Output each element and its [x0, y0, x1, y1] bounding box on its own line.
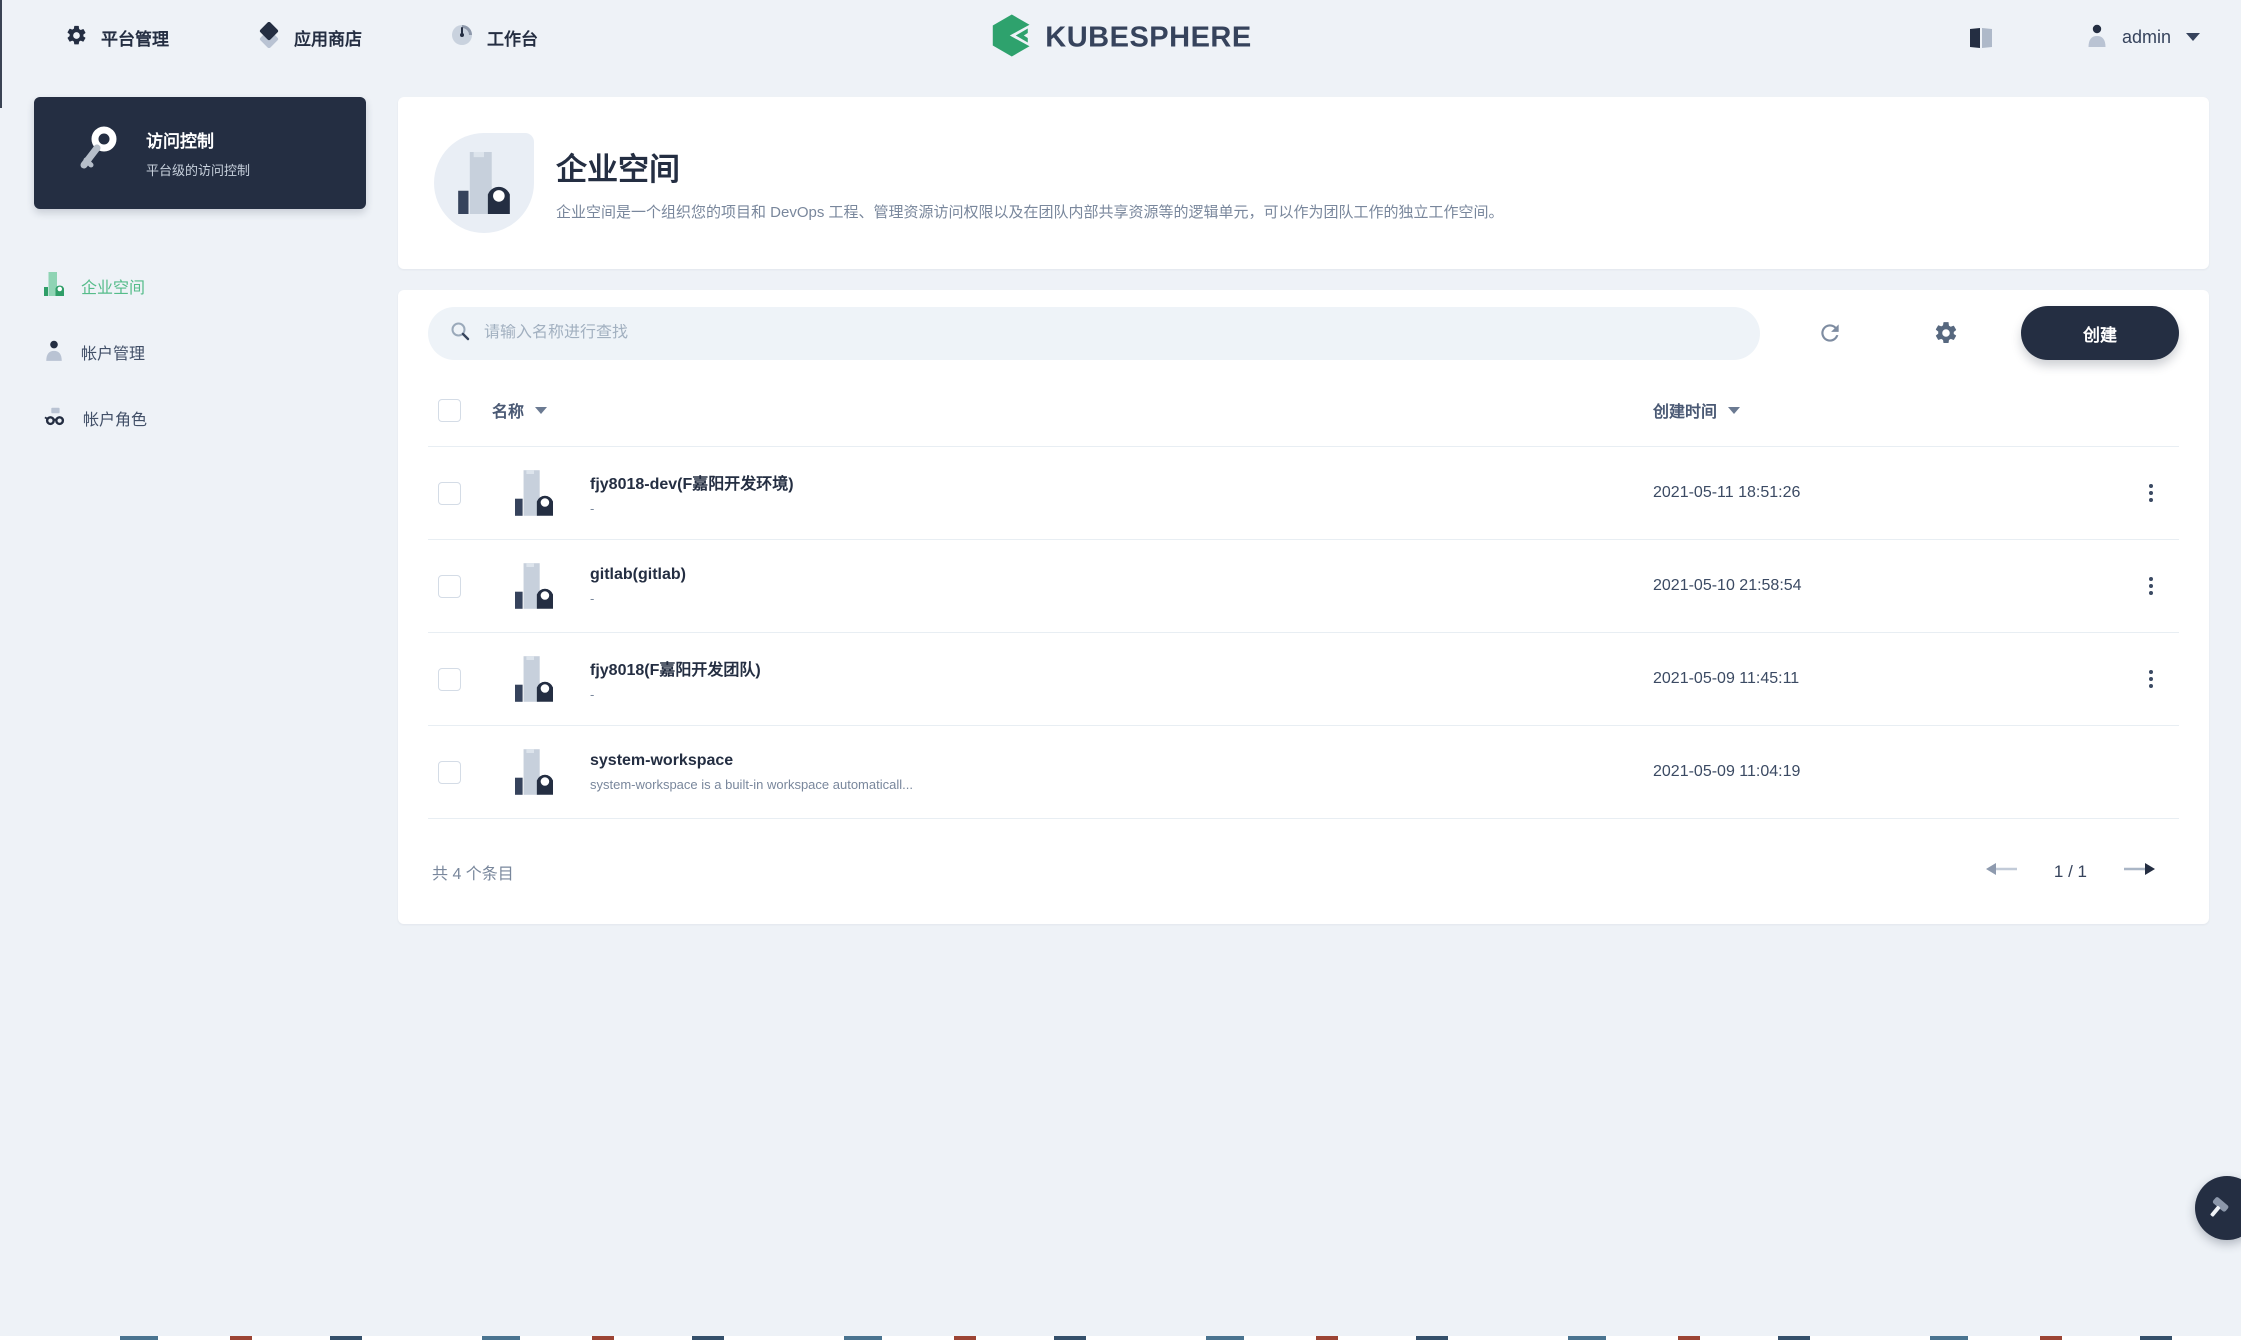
- create-button[interactable]: 创建: [2021, 306, 2179, 360]
- column-header-name: 名称: [492, 398, 524, 422]
- search-box[interactable]: [428, 307, 1760, 360]
- sidebar-item-label: 帐户角色: [83, 406, 147, 430]
- table-header: 名称 创建时间: [428, 374, 2179, 446]
- more-actions-icon[interactable]: [2143, 571, 2159, 601]
- workspace-description: -: [590, 687, 761, 702]
- table-row[interactable]: gitlab(gitlab) - 2021-05-10 21:58:54: [428, 539, 2179, 632]
- workspace-name-link[interactable]: system-workspace: [590, 752, 913, 770]
- sidebar-card-title: 访问控制: [146, 127, 250, 152]
- nav-label: 工作台: [487, 25, 538, 50]
- docs-icon[interactable]: [1968, 27, 1994, 49]
- workspace-icon: [44, 272, 64, 301]
- prev-page-icon[interactable]: [1986, 861, 2018, 882]
- nav-app-store[interactable]: 应用商店: [257, 22, 362, 53]
- row-checkbox[interactable]: [438, 575, 461, 598]
- workspace-description: -: [590, 501, 794, 516]
- sidebar-item-label: 帐户管理: [81, 340, 145, 364]
- row-checkbox[interactable]: [438, 668, 461, 691]
- created-time: 2021-05-11 18:51:26: [1653, 484, 1800, 502]
- page-indicator: 1 / 1: [2054, 862, 2087, 882]
- row-checkbox[interactable]: [438, 482, 461, 505]
- hammer-icon: [2207, 1193, 2233, 1224]
- nav-label: 平台管理: [101, 25, 169, 50]
- table-row[interactable]: fjy8018-dev(F嘉阳开发环境) - 2021-05-11 18:51:…: [428, 446, 2179, 539]
- workspace-icon: [515, 469, 553, 517]
- table-row[interactable]: fjy8018(F嘉阳开发团队) - 2021-05-09 11:45:11: [428, 632, 2179, 725]
- workspace-icon: [515, 562, 553, 610]
- user-avatar-icon: [2086, 23, 2108, 52]
- created-time: 2021-05-09 11:45:11: [1653, 670, 1799, 688]
- bottom-edge-artifact: [0, 1336, 2241, 1340]
- kubesphere-logo-text: KUBESPHERE: [1045, 21, 1251, 54]
- list-toolbar: 创建: [428, 306, 2179, 360]
- sidebar-item-workspaces[interactable]: 企业空间: [34, 253, 398, 319]
- workspace-name-link[interactable]: fjy8018(F嘉阳开发团队): [590, 656, 761, 680]
- sidebar-card-subtitle: 平台级的访问控制: [146, 160, 250, 179]
- refresh-icon[interactable]: [1817, 320, 1843, 346]
- next-page-icon[interactable]: [2123, 861, 2155, 882]
- main-content: 企业空间 企业空间是一个组织您的项目和 DevOps 工程、管理资源访问权限以及…: [398, 97, 2209, 924]
- gear-icon: [65, 24, 88, 52]
- username: admin: [2122, 27, 2171, 48]
- nav-label: 应用商店: [294, 25, 362, 50]
- key-icon: [74, 124, 120, 183]
- sort-caret-icon[interactable]: [535, 407, 547, 414]
- kubesphere-logo[interactable]: KUBESPHERE: [989, 13, 1251, 62]
- page-header-card: 企业空间 企业空间是一个组织您的项目和 DevOps 工程、管理资源访问权限以及…: [398, 97, 2209, 269]
- select-all-checkbox[interactable]: [438, 399, 461, 422]
- workspace-name-link[interactable]: fjy8018-dev(F嘉阳开发环境): [590, 470, 794, 494]
- search-input[interactable]: [484, 324, 1740, 342]
- user-menu[interactable]: admin: [2086, 23, 2201, 52]
- sidebar-item-label: 企业空间: [81, 274, 145, 298]
- workspace-icon: [515, 748, 553, 796]
- page-description: 企业空间是一个组织您的项目和 DevOps 工程、管理资源访问权限以及在团队内部…: [556, 201, 1504, 222]
- sidebar-item-accounts[interactable]: 帐户管理: [34, 319, 398, 385]
- roles-icon: [44, 405, 66, 432]
- top-nav: 平台管理 应用商店 工作台: [65, 22, 538, 53]
- settings-gear-icon[interactable]: [1933, 320, 1959, 346]
- nav-workbench[interactable]: 工作台: [450, 23, 538, 52]
- page-title: 企业空间: [556, 144, 1504, 189]
- created-time: 2021-05-09 11:04:19: [1653, 763, 1800, 781]
- search-icon: [450, 321, 470, 346]
- table-footer: 共 4 个条目 1 / 1: [428, 818, 2179, 924]
- more-actions-icon[interactable]: [2143, 664, 2159, 694]
- row-checkbox[interactable]: [438, 761, 461, 784]
- sidebar-module-card[interactable]: 访问控制 平台级的访问控制: [34, 97, 366, 209]
- kubesphere-logo-mark: [989, 13, 1033, 62]
- workspace-list-card: 创建 名称 创建时间: [398, 290, 2209, 924]
- workspace-name-link[interactable]: gitlab(gitlab): [590, 566, 686, 584]
- user-icon: [44, 339, 64, 366]
- more-actions-icon[interactable]: [2143, 478, 2159, 508]
- table-row[interactable]: system-workspace system-workspace is a b…: [428, 725, 2179, 818]
- sidebar-item-roles[interactable]: 帐户角色: [34, 385, 398, 451]
- workspace-description: system-workspace is a built-in workspace…: [590, 777, 913, 792]
- column-header-created: 创建时间: [1653, 398, 1717, 422]
- top-bar: 平台管理 应用商店 工作台: [0, 0, 2241, 75]
- chevron-down-icon: [2185, 29, 2201, 47]
- toolbox-button[interactable]: [2195, 1176, 2241, 1240]
- total-count-label: 共 4 个条目: [432, 860, 514, 884]
- pagination: 1 / 1: [1986, 861, 2155, 882]
- app-store-icon: [257, 22, 281, 53]
- sort-caret-icon[interactable]: [1728, 407, 1740, 414]
- sidebar: 访问控制 平台级的访问控制 企业空间: [0, 75, 398, 451]
- workspace-description: -: [590, 591, 686, 606]
- workspace-banner-icon: [434, 133, 534, 233]
- workspace-icon: [515, 655, 553, 703]
- created-time: 2021-05-10 21:58:54: [1653, 577, 1802, 595]
- workbench-icon: [450, 23, 474, 52]
- top-right-group: admin: [1968, 23, 2201, 52]
- nav-platform-management[interactable]: 平台管理: [65, 24, 169, 52]
- sidebar-nav: 企业空间 帐户管理: [34, 253, 398, 451]
